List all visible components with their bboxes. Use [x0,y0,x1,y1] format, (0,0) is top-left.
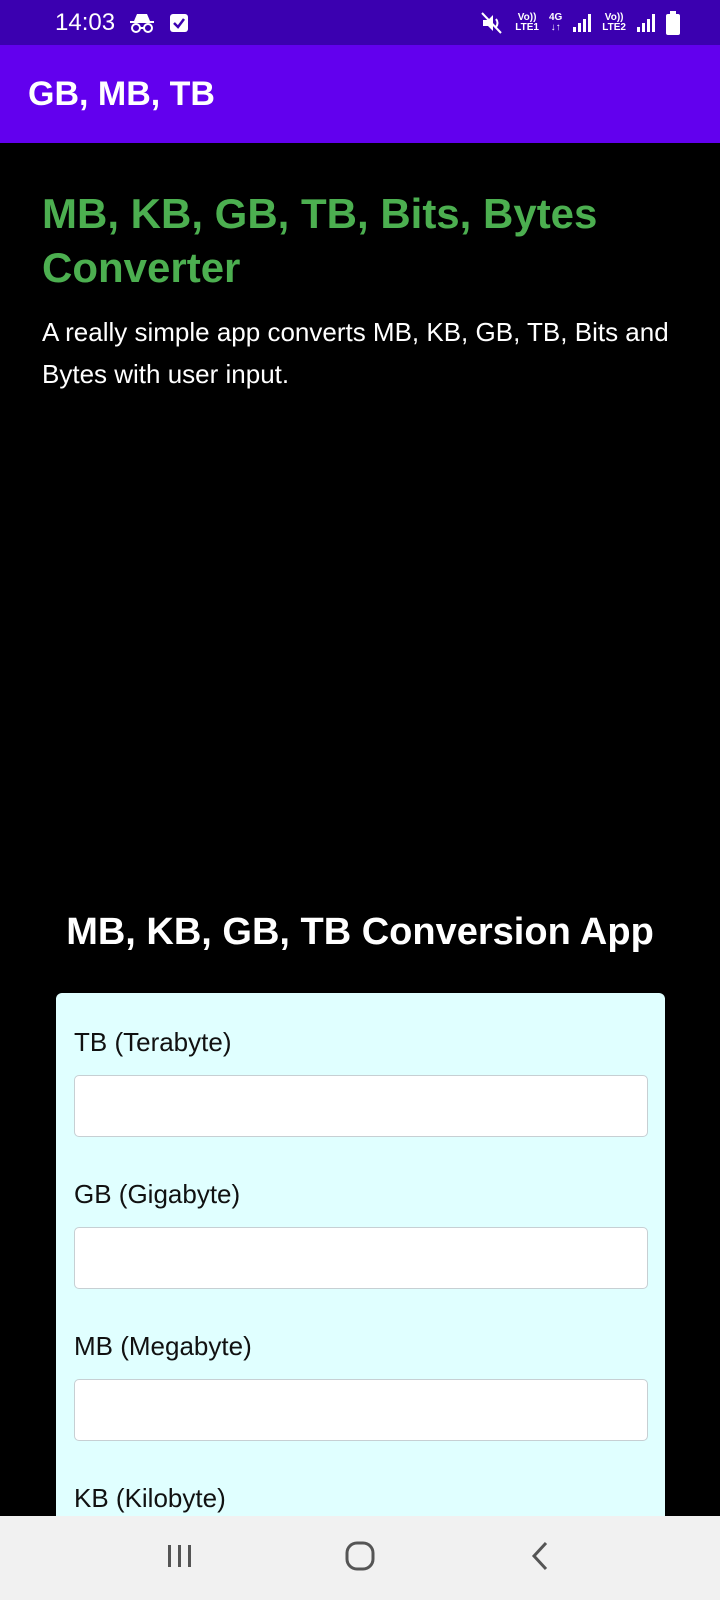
back-button[interactable] [510,1528,570,1588]
status-bar: 14:03 Vo)) LTE1 4G ↓↑ Vo)) LTE2 [0,0,720,45]
gb-label: GB (Gigabyte) [74,1179,241,1209]
mb-label: MB (Megabyte) [74,1331,252,1361]
incognito-icon [129,12,155,34]
home-button[interactable] [330,1528,390,1588]
kb-label: KB (Kilobyte) [74,1483,226,1513]
back-icon [529,1540,551,1577]
recents-button[interactable] [150,1528,210,1588]
4g-icon: 4G ↓↑ [548,11,563,33]
converter-title: MB, KB, GB, TB Conversion App [66,911,654,953]
status-time: 14:03 [55,8,116,36]
converter-card: TB (Terabyte) GB (Gigabyte) MB (Megabyte… [56,993,665,1593]
battery-icon [666,10,680,35]
volte-lte1-icon: Vo)) LTE1 [515,12,539,33]
volte-lte2-icon: Vo)) LTE2 [602,12,626,33]
mb-input[interactable] [74,1379,648,1441]
signal-icon [572,13,592,33]
main-content: MB, KB, GB, TB, Bits, Bytes Converter A … [0,143,720,1593]
navigation-bar [0,1516,720,1600]
recents-icon [165,1543,195,1574]
signal-icon [636,13,656,33]
page-heading: MB, KB, GB, TB, Bits, Bytes Converter [42,190,598,291]
lte1-label: LTE1 [515,21,539,33]
app-bar: GB, MB, TB [0,45,720,143]
mute-icon [481,11,505,34]
tb-input[interactable] [74,1075,648,1137]
tb-label: TB (Terabyte) [74,1027,232,1057]
page-description: A really simple app converts MB, KB, GB,… [42,317,669,389]
lte2-label: LTE2 [602,21,626,33]
home-icon [344,1540,376,1577]
net-label: 4G [548,11,563,23]
app-title: GB, MB, TB [28,74,215,113]
checkbox-icon [169,13,189,33]
gb-input[interactable] [74,1227,648,1289]
